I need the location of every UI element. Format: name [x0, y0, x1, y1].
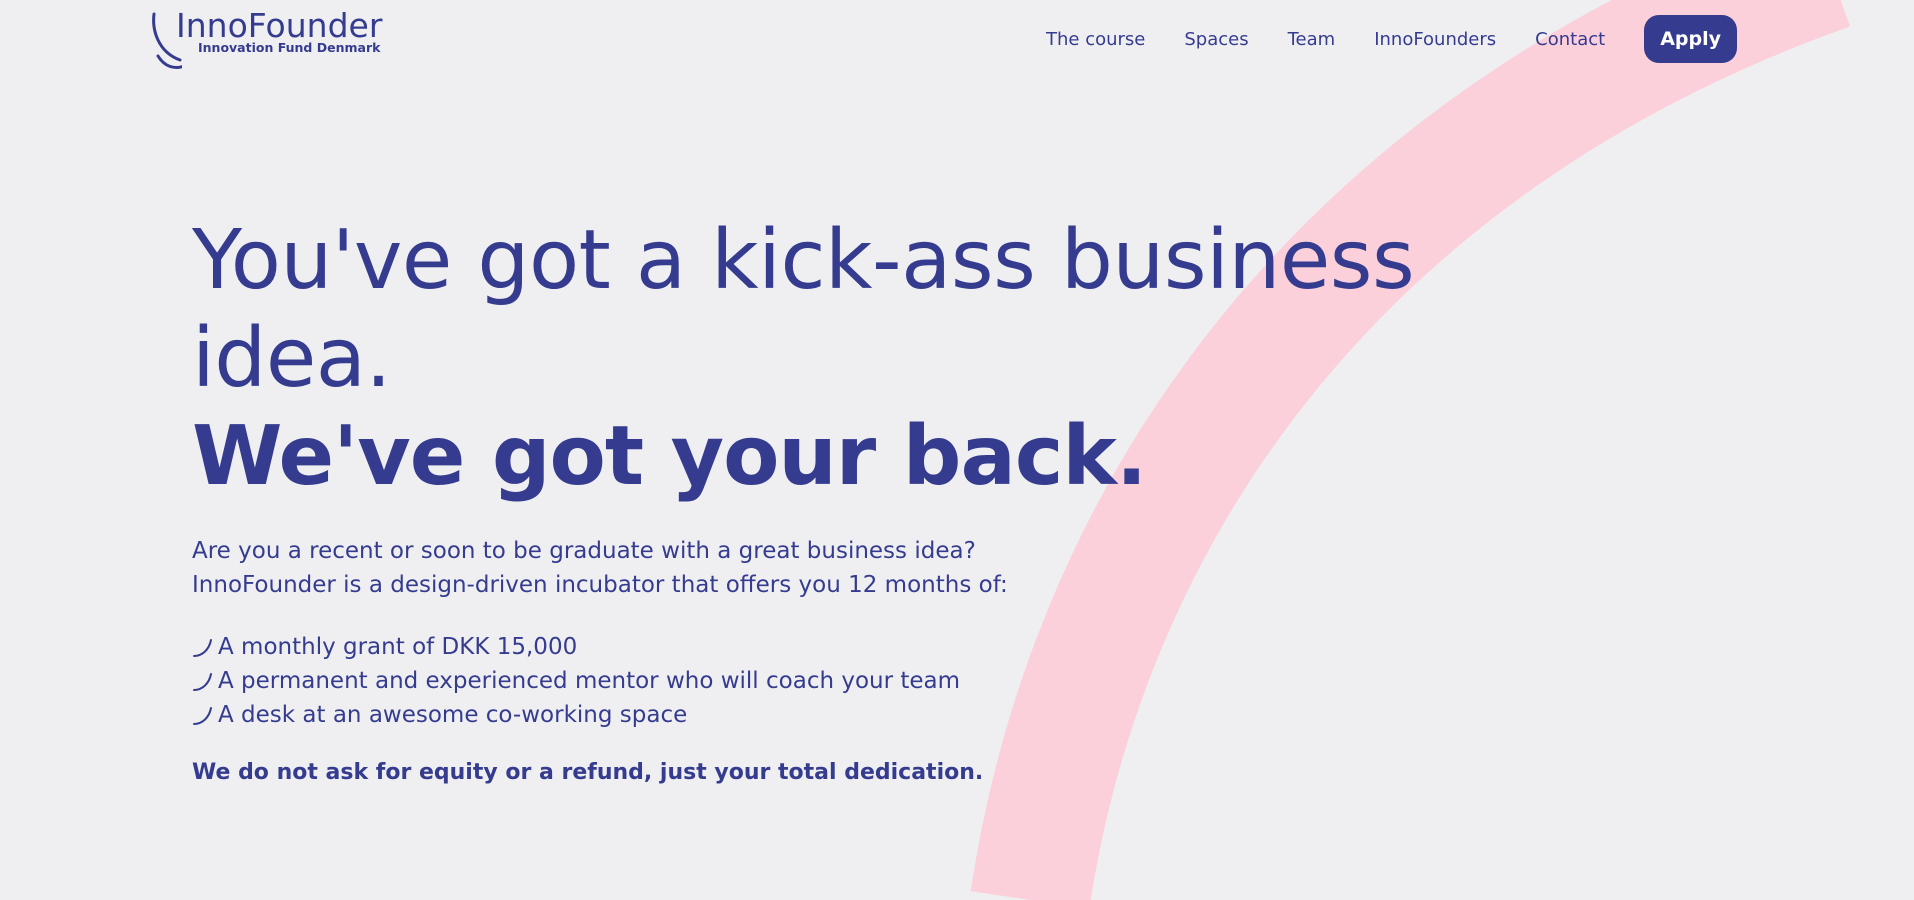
benefit-item: A monthly grant of DKK 15,000: [192, 630, 1492, 664]
site-header: InnoFounder Innovation Fund Denmark The …: [0, 0, 1914, 80]
arc-bullet-icon: [193, 639, 212, 657]
hero-intro: Are you a recent or soon to be graduate …: [192, 534, 1492, 602]
benefit-text: A monthly grant of DKK 15,000: [218, 634, 578, 660]
apply-button[interactable]: Apply: [1644, 15, 1737, 63]
benefit-text: A desk at an awesome co-working space: [218, 702, 688, 728]
arc-bullet-icon: [193, 707, 212, 725]
hero-headline: You've got a kick-ass business idea.: [192, 212, 1492, 408]
hero-headline-bold: We've got your back.: [192, 409, 1147, 504]
nav-item-contact[interactable]: Contact: [1535, 29, 1605, 50]
benefit-item: A permanent and experienced mentor who w…: [192, 664, 1492, 698]
hero-headline-line1: You've got a kick-ass business: [192, 213, 1415, 308]
intro-line-2: InnoFounder is a design-driven incubator…: [192, 572, 1008, 598]
nav-item-the-course[interactable]: The course: [1046, 29, 1145, 50]
intro-line-1: Are you a recent or soon to be graduate …: [192, 538, 976, 564]
logo[interactable]: InnoFounder Innovation Fund Denmark: [150, 6, 390, 70]
arc-bullet-icon: [193, 673, 212, 691]
benefit-text: A permanent and experienced mentor who w…: [218, 668, 961, 694]
hero-headline-line2: idea.: [192, 311, 392, 406]
benefit-item: A desk at an awesome co-working space: [192, 698, 1492, 732]
nav-item-spaces[interactable]: Spaces: [1184, 29, 1248, 50]
benefits-list: A monthly grant of DKK 15,000 A permanen…: [192, 630, 1492, 732]
hero-section: You've got a kick-ass business idea. We'…: [192, 212, 1492, 785]
hero-tagline: We do not ask for equity or a refund, ju…: [192, 760, 984, 785]
nav-item-team[interactable]: Team: [1288, 29, 1336, 50]
nav-item-innofounders[interactable]: InnoFounders: [1374, 29, 1496, 50]
main-nav: The course Spaces Team InnoFounders Cont…: [1046, 15, 1737, 63]
logo-subtitle: Innovation Fund Denmark: [198, 40, 381, 55]
